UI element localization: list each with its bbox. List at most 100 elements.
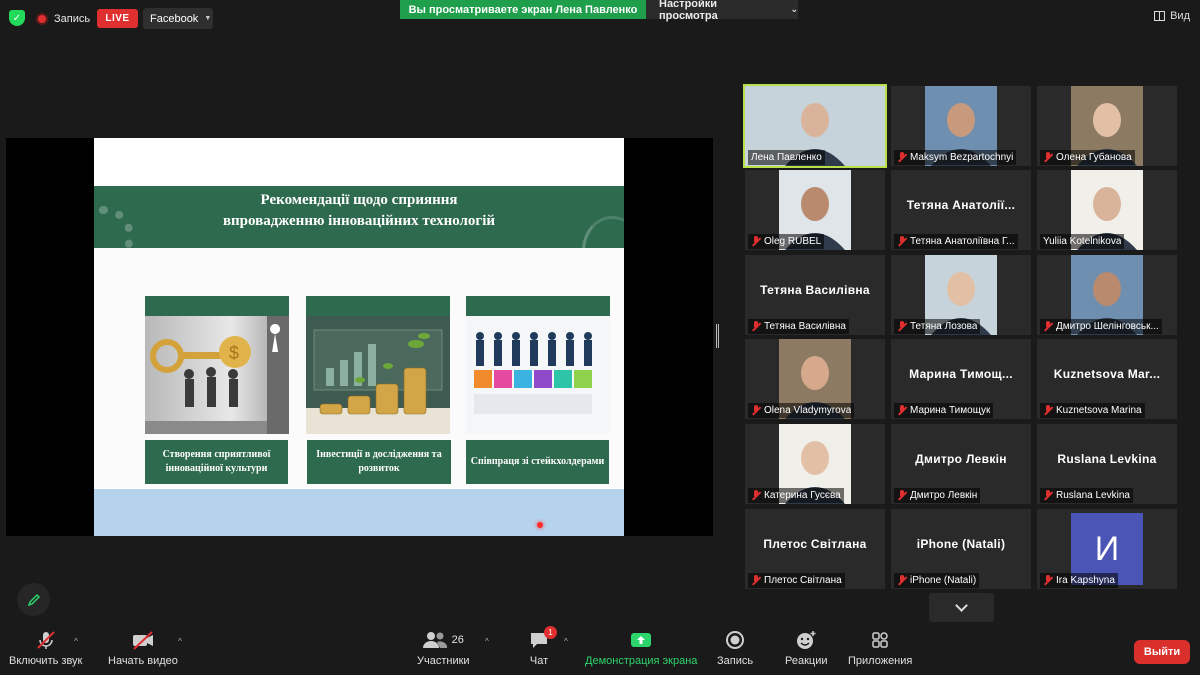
participant-name-label: Тетяна Анатоліївна Г...: [894, 234, 1018, 249]
participant-name: Kuznetsova Marina: [1056, 405, 1142, 416]
record-button[interactable]: Запись: [717, 629, 753, 667]
participant-display-name: Ruslana Levkina: [1057, 452, 1157, 466]
leave-button[interactable]: Выйти: [1134, 640, 1190, 664]
apps-icon: [871, 629, 889, 651]
mic-muted-icon: [751, 405, 761, 416]
mic-muted-icon: [1043, 152, 1053, 163]
participant-tile[interactable]: Дмитро Шелінговськ...: [1037, 255, 1177, 335]
start-video-label: Начать видео: [108, 655, 178, 667]
participants-button[interactable]: 26 Участники: [417, 629, 470, 667]
participant-name: Тетяна Анатоліївна Г...: [910, 236, 1015, 247]
view-label: Вид: [1170, 10, 1190, 22]
participant-tile[interactable]: Тетяна Лозова: [891, 255, 1031, 335]
reactions-label: Реакции: [785, 655, 828, 667]
mic-muted-icon: [897, 575, 907, 586]
participant-name: iPhone (Natali): [910, 575, 977, 586]
slide-title: Рекомендації щодо сприяння впровадженню …: [94, 190, 624, 232]
participant-name-label: Ira Kapshyna: [1040, 573, 1118, 588]
card-image-team: [466, 316, 610, 434]
participant-name: Лена Павленко: [751, 152, 822, 163]
chat-caret-icon[interactable]: ^: [564, 637, 568, 646]
card-image-coins: [306, 316, 450, 434]
unmute-button[interactable]: Включить звук: [9, 629, 82, 667]
participant-name-label: Лена Павленко: [748, 150, 825, 165]
participant-display-name: iPhone (Natali): [916, 537, 1006, 551]
participant-name: Тетяна Василівна: [764, 321, 846, 332]
participants-icon: 26: [422, 629, 464, 651]
annotate-button[interactable]: [17, 583, 50, 616]
participant-tile[interactable]: И Ira Kapshyna: [1037, 509, 1177, 589]
mic-muted-icon: [1043, 405, 1053, 416]
slide-footer: [94, 489, 624, 536]
card-header-bar: [466, 296, 610, 316]
chat-badge: 1: [544, 626, 557, 639]
participant-tile[interactable]: Oleg RUBEL: [745, 170, 885, 250]
participant-tile[interactable]: Kuznetsova Mar... Kuznetsova Marina: [1037, 339, 1177, 419]
apps-label: Приложения: [848, 655, 913, 667]
participant-display-name: Тетяна Анатолії...: [906, 198, 1016, 212]
security-shield-icon[interactable]: ✓: [9, 10, 25, 26]
grid-view-icon: [1154, 11, 1166, 21]
mic-muted-icon: [1043, 575, 1053, 586]
participant-name: Дмитро Левкін: [910, 490, 978, 501]
participant-tile[interactable]: Плетос Світлана Плетос Світлана: [745, 509, 885, 589]
chat-button[interactable]: 1 Чат: [529, 626, 557, 667]
participant-tile[interactable]: Марина Тимощ... Марина Тимощук: [891, 339, 1031, 419]
participant-tile[interactable]: Yuliia Kotelnikova: [1037, 170, 1177, 250]
participants-count: 26: [451, 634, 464, 646]
view-button[interactable]: Вид: [1154, 10, 1190, 22]
chat-icon: 1: [529, 626, 557, 651]
slide-card: [306, 296, 450, 434]
mic-muted-icon: [751, 321, 761, 332]
participant-tile[interactable]: Ruslana Levkina Ruslana Levkina: [1037, 424, 1177, 504]
mic-muted-icon: [897, 321, 907, 332]
participant-tile[interactable]: Olena Vladymyrova: [745, 339, 885, 419]
card-label: Інвестиції в дослідження та розвиток: [307, 440, 451, 484]
svg-text:$: $: [229, 343, 239, 363]
participant-tile[interactable]: Maksym Bezpartochnyi: [891, 86, 1031, 166]
share-screen-button[interactable]: Демонстрация экрана: [585, 629, 697, 667]
participant-tile[interactable]: Олена Губанова: [1037, 86, 1177, 166]
participant-name: Олена Губанова: [1056, 152, 1132, 163]
share-screen-label: Демонстрация экрана: [585, 655, 698, 667]
chat-label: Чат: [529, 655, 549, 667]
apps-button[interactable]: Приложения: [848, 629, 912, 667]
view-options-dropdown[interactable]: Настройки просмотра ⌄: [646, 0, 798, 22]
card-header-bar: [145, 296, 289, 316]
participant-display-name: Марина Тимощ...: [909, 367, 1013, 381]
live-badge[interactable]: LIVE: [97, 9, 138, 28]
participant-tile[interactable]: Катерина Гусєва: [745, 424, 885, 504]
participant-tile[interactable]: Тетяна Василівна Тетяна Василівна: [745, 255, 885, 335]
record-label: Запись: [54, 13, 91, 25]
share-divider-handle[interactable]: [716, 324, 719, 348]
video-options-caret-icon[interactable]: ^: [178, 637, 182, 646]
mic-muted-icon: [1043, 321, 1053, 332]
participant-name: Ira Kapshyna: [1056, 575, 1115, 586]
mic-muted-icon: [751, 575, 761, 586]
stream-target-label: Facebook: [150, 12, 199, 25]
mic-muted-icon: [897, 152, 907, 163]
reactions-button[interactable]: Реакции: [785, 629, 828, 667]
participant-name-label: Kuznetsova Marina: [1040, 403, 1145, 418]
audio-options-caret-icon[interactable]: ^: [74, 637, 78, 646]
participant-name-label: Yuliia Kotelnikova: [1040, 234, 1125, 249]
participant-tile[interactable]: Дмитро Левкін Дмитро Левкін: [891, 424, 1031, 504]
recording-indicator[interactable]: Запись: [36, 9, 90, 29]
participant-name-label: Maksym Bezpartochnyi: [894, 150, 1017, 165]
participant-display-name: Дмитро Левкін: [915, 452, 1007, 466]
stream-target-dropdown[interactable]: Facebook ▼: [143, 8, 213, 29]
laser-pointer: [537, 522, 543, 528]
participant-tile[interactable]: Тетяна Анатолії... Тетяна Анатоліївна Г..…: [891, 170, 1031, 250]
participant-name: Olena Vladymyrova: [764, 405, 852, 416]
participant-name: Дмитро Шелінговськ...: [1056, 321, 1159, 332]
start-video-button[interactable]: Начать видео: [108, 629, 178, 667]
gallery-scroll-down-button[interactable]: [929, 593, 994, 622]
shared-screen[interactable]: Рекомендації щодо сприяння впровадженню …: [6, 138, 719, 536]
participants-caret-icon[interactable]: ^: [485, 637, 489, 646]
slide-card: [466, 296, 610, 434]
participant-tile[interactable]: Лена Павленко: [743, 84, 887, 168]
participant-name: Марина Тимощук: [910, 405, 991, 416]
participant-tile[interactable]: iPhone (Natali) iPhone (Natali): [891, 509, 1031, 589]
card-label: Співпраця зі стейкхолдерами: [466, 440, 609, 484]
share-screen-icon: [630, 629, 652, 651]
